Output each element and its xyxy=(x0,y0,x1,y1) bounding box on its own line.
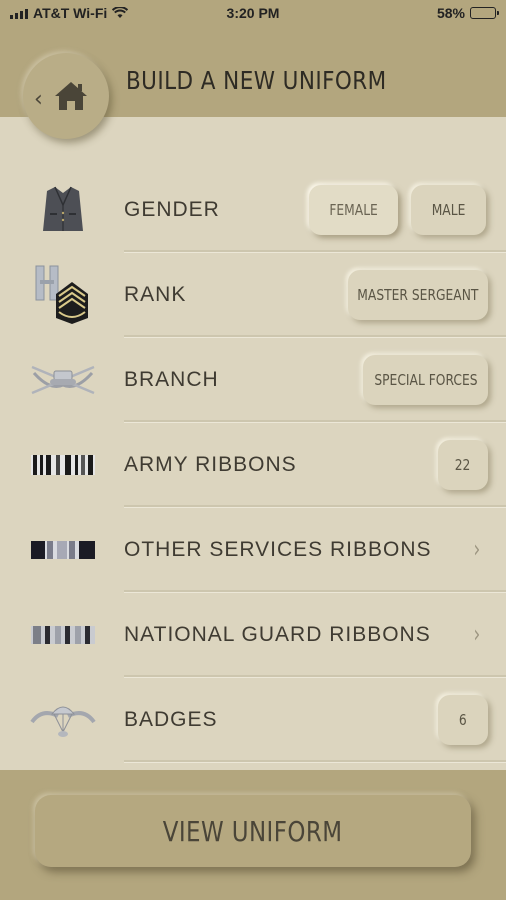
army-ribbons-count-button[interactable]: 22 xyxy=(438,440,488,490)
battery-icon xyxy=(470,7,499,19)
header: ‹ BUILD A NEW UNIFORM xyxy=(0,26,506,139)
chevron-left-icon: ‹ xyxy=(34,87,43,112)
status-bar: AT&T Wi-Fi 3:20 PM 58% xyxy=(0,0,506,26)
row-label: ARMY RIBBONS xyxy=(124,453,297,476)
gender-option-male[interactable]: MALE xyxy=(411,185,486,235)
ribbon-icon xyxy=(28,610,98,660)
page-title: BUILD A NEW UNIFORM xyxy=(126,66,387,95)
ribbon-icon xyxy=(28,440,98,490)
other-services-ribbons-row[interactable]: OTHER SERVICES RIBBONS › xyxy=(0,507,506,592)
parachute-badge-icon xyxy=(28,695,98,745)
rank-select-button[interactable]: MASTER SERGEANT xyxy=(348,270,488,320)
row-label: GENDER xyxy=(124,198,220,221)
rank-row: RANK MASTER SERGEANT xyxy=(0,252,506,337)
row-label: BRANCH xyxy=(124,368,219,391)
gender-row: GENDER FEMALE MALE xyxy=(0,167,506,252)
home-icon xyxy=(55,82,87,110)
ribbon-icon xyxy=(28,525,98,575)
branch-select-button[interactable]: SPECIAL FORCES xyxy=(363,355,488,405)
badges-row: BADGES 6 xyxy=(0,677,506,762)
row-label: NATIONAL GUARD RIBBONS xyxy=(124,623,431,646)
divider xyxy=(124,760,506,762)
row-label: OTHER SERVICES RIBBONS xyxy=(124,538,432,561)
chevron-right-icon: › xyxy=(473,535,481,563)
row-label: BADGES xyxy=(124,708,218,731)
jacket-icon xyxy=(28,185,98,235)
footer: VIEW UNIFORM xyxy=(0,770,506,900)
chevron-right-icon: › xyxy=(473,620,481,648)
view-uniform-button[interactable]: VIEW UNIFORM xyxy=(35,795,471,867)
branch-row: BRANCH SPECIAL FORCES xyxy=(0,337,506,422)
gender-option-female[interactable]: FEMALE xyxy=(309,185,398,235)
army-ribbons-row: ARMY RIBBONS 22 xyxy=(0,422,506,507)
row-label: RANK xyxy=(124,283,187,306)
national-guard-ribbons-row[interactable]: NATIONAL GUARD RIBBONS › xyxy=(0,592,506,677)
rank-insignia-icon xyxy=(28,265,98,324)
badges-count-button[interactable]: 6 xyxy=(438,695,488,745)
battery-group: 58% xyxy=(436,5,499,21)
branch-insignia-icon xyxy=(28,355,98,405)
home-button[interactable]: ‹ xyxy=(23,53,109,139)
battery-percent: 58% xyxy=(436,5,465,21)
clock: 3:20 PM xyxy=(226,5,280,21)
